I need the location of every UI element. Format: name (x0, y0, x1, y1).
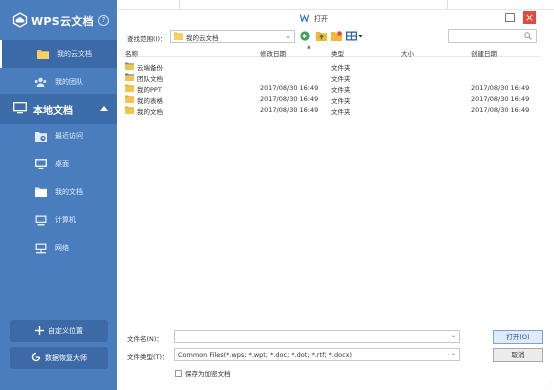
filetype-value: Common Files(*.wps; *.wpt; *.doc; *.dot;… (178, 350, 353, 359)
wps-writer-icon (299, 14, 310, 24)
sort-asc-icon: ▲ (307, 44, 311, 50)
lookin-label: 查找范围(I)： (127, 35, 167, 43)
file-form: 文件名(N)： ⌄ 打开(O) 文件类型(T)： Common Files(*.… (117, 322, 554, 390)
help-icon[interactable]: ? (98, 15, 109, 26)
file-modified: 2017/08/30 16:49 (260, 95, 319, 103)
encrypt-checkbox[interactable]: 保存为加密文档 (175, 368, 231, 378)
new-folder-icon[interactable] (331, 30, 342, 42)
sidebar-section-label: 本地文档 (33, 105, 73, 117)
window-title: 打开 (299, 14, 328, 24)
folder-icon (36, 49, 49, 60)
filename-label: 文件名(N)： (127, 335, 163, 343)
file-row[interactable]: 我的PPT 2017/08/30 16:49 文件夹 2017/08/30 16… (121, 82, 541, 94)
sidebar-item-label: 计算机 (55, 216, 76, 224)
resize-grip-icon[interactable]: ⋰ (546, 381, 552, 388)
search-input[interactable] (448, 29, 537, 43)
filetype-label: 文件类型(T)： (127, 353, 169, 361)
filetype-select[interactable]: Common Files(*.wps; *.wpt; *.doc; *.dot;… (174, 348, 460, 361)
sidebar-item-label: 最近访问 (55, 132, 83, 140)
cloud-icon (12, 12, 28, 30)
caret-up-icon[interactable] (100, 106, 108, 111)
sidebar-section-local-docs[interactable]: 本地文档 (0, 94, 117, 124)
up-folder-icon[interactable] (316, 30, 327, 42)
folder-icon (174, 32, 183, 42)
column-header-type[interactable]: 类型 (331, 48, 344, 58)
recent-icon (34, 131, 47, 142)
sidebar-item-network[interactable]: 网络 (0, 234, 117, 262)
column-header-modified[interactable]: 修改日期 (260, 48, 286, 58)
file-row[interactable]: 我的表格 2017/08/30 16:49 文件夹 2017/08/30 16:… (121, 93, 541, 105)
file-created: 2017/08/30 16:49 (471, 106, 530, 114)
lookin-value: 我的云文档 (186, 33, 219, 42)
lookin-dropdown[interactable]: 我的云文档 ⌄ (170, 30, 295, 43)
chevron-down-icon[interactable]: ⌄ (451, 332, 456, 339)
filename-input[interactable]: ⌄ (174, 330, 460, 343)
file-modified: 2017/08/30 16:49 (260, 106, 319, 114)
sidebar-item-recent[interactable]: 最近访问 (0, 122, 117, 150)
sidebar-brand-title: WPS云文档 (31, 15, 94, 28)
custom-location-label: 自定义位置 (48, 327, 83, 335)
file-row[interactable]: 我的文档 2017/08/30 16:49 文件夹 2017/08/30 16:… (121, 104, 541, 116)
maximize-icon[interactable] (505, 13, 515, 22)
file-created: 2017/08/30 16:49 (471, 95, 530, 103)
file-row[interactable]: 云端备份 文件夹 (121, 60, 541, 72)
divider (447, 0, 448, 10)
monitor-icon (13, 102, 27, 116)
sidebar-item-label: 我的文档 (55, 188, 83, 196)
encrypt-checkbox-label: 保存为加密文档 (185, 370, 231, 378)
sidebar: WPS云文档 ? 我的云文档 我的团队 本地文档 最近访问 桌面 我的文档 计算… (0, 0, 117, 390)
file-modified: 2017/08/30 16:49 (260, 84, 319, 92)
file-created: 2017/08/30 16:49 (471, 84, 530, 92)
column-header-created[interactable]: 创建日期 (471, 48, 497, 58)
cancel-button[interactable]: 取消 (493, 348, 543, 362)
file-row[interactable]: 团队文档 文件夹 (121, 71, 541, 83)
data-recovery-label: 数据恢复大师 (45, 354, 87, 362)
file-list-header: 名称 ▲ 修改日期 类型 大小 创建日期 (121, 44, 541, 58)
open-button[interactable]: 打开(O) (493, 330, 543, 344)
close-icon[interactable]: × (523, 11, 536, 24)
sidebar-item-label: 我的云文档 (57, 50, 92, 58)
folder-icon (125, 106, 134, 116)
plus-icon (35, 325, 44, 337)
sidebar-item-desktop[interactable]: 桌面 (0, 150, 117, 178)
data-recovery-button[interactable]: 数据恢复大师 (10, 347, 108, 369)
file-type: 文件夹 (331, 108, 351, 116)
divider (179, 0, 180, 10)
sidebar-item-label: 网络 (55, 244, 69, 252)
sidebar-item-computer[interactable]: 计算机 (0, 206, 117, 234)
column-header-name[interactable]: 名称 (125, 48, 138, 58)
desktop-icon (34, 159, 47, 170)
chevron-down-icon[interactable]: ⌄ (451, 350, 456, 357)
custom-location-button[interactable]: 自定义位置 (10, 320, 108, 342)
team-icon (34, 77, 47, 88)
folder-icon (34, 187, 47, 198)
sidebar-item-my-cloud-docs[interactable]: 我的云文档 (0, 40, 117, 68)
view-menu-icon[interactable] (346, 30, 363, 42)
computer-icon (34, 215, 47, 226)
sidebar-item-label: 桌面 (55, 160, 69, 168)
sidebar-item-my-documents[interactable]: 我的文档 (0, 178, 117, 206)
file-name-cell: 我的文档 (125, 106, 163, 116)
sidebar-item-label: 我的团队 (55, 78, 83, 86)
file-name: 我的文档 (137, 108, 163, 116)
top-strip (117, 0, 554, 10)
checkbox-box[interactable] (175, 369, 182, 377)
back-icon[interactable] (300, 30, 310, 42)
sidebar-item-my-team[interactable]: 我的团队 (0, 68, 117, 96)
recovery-icon (31, 352, 41, 364)
chevron-down-icon: ⌄ (285, 32, 291, 40)
search-icon (524, 32, 532, 42)
network-icon (34, 243, 47, 254)
column-header-size[interactable]: 大小 (401, 48, 414, 58)
window-title-text: 打开 (314, 15, 328, 23)
